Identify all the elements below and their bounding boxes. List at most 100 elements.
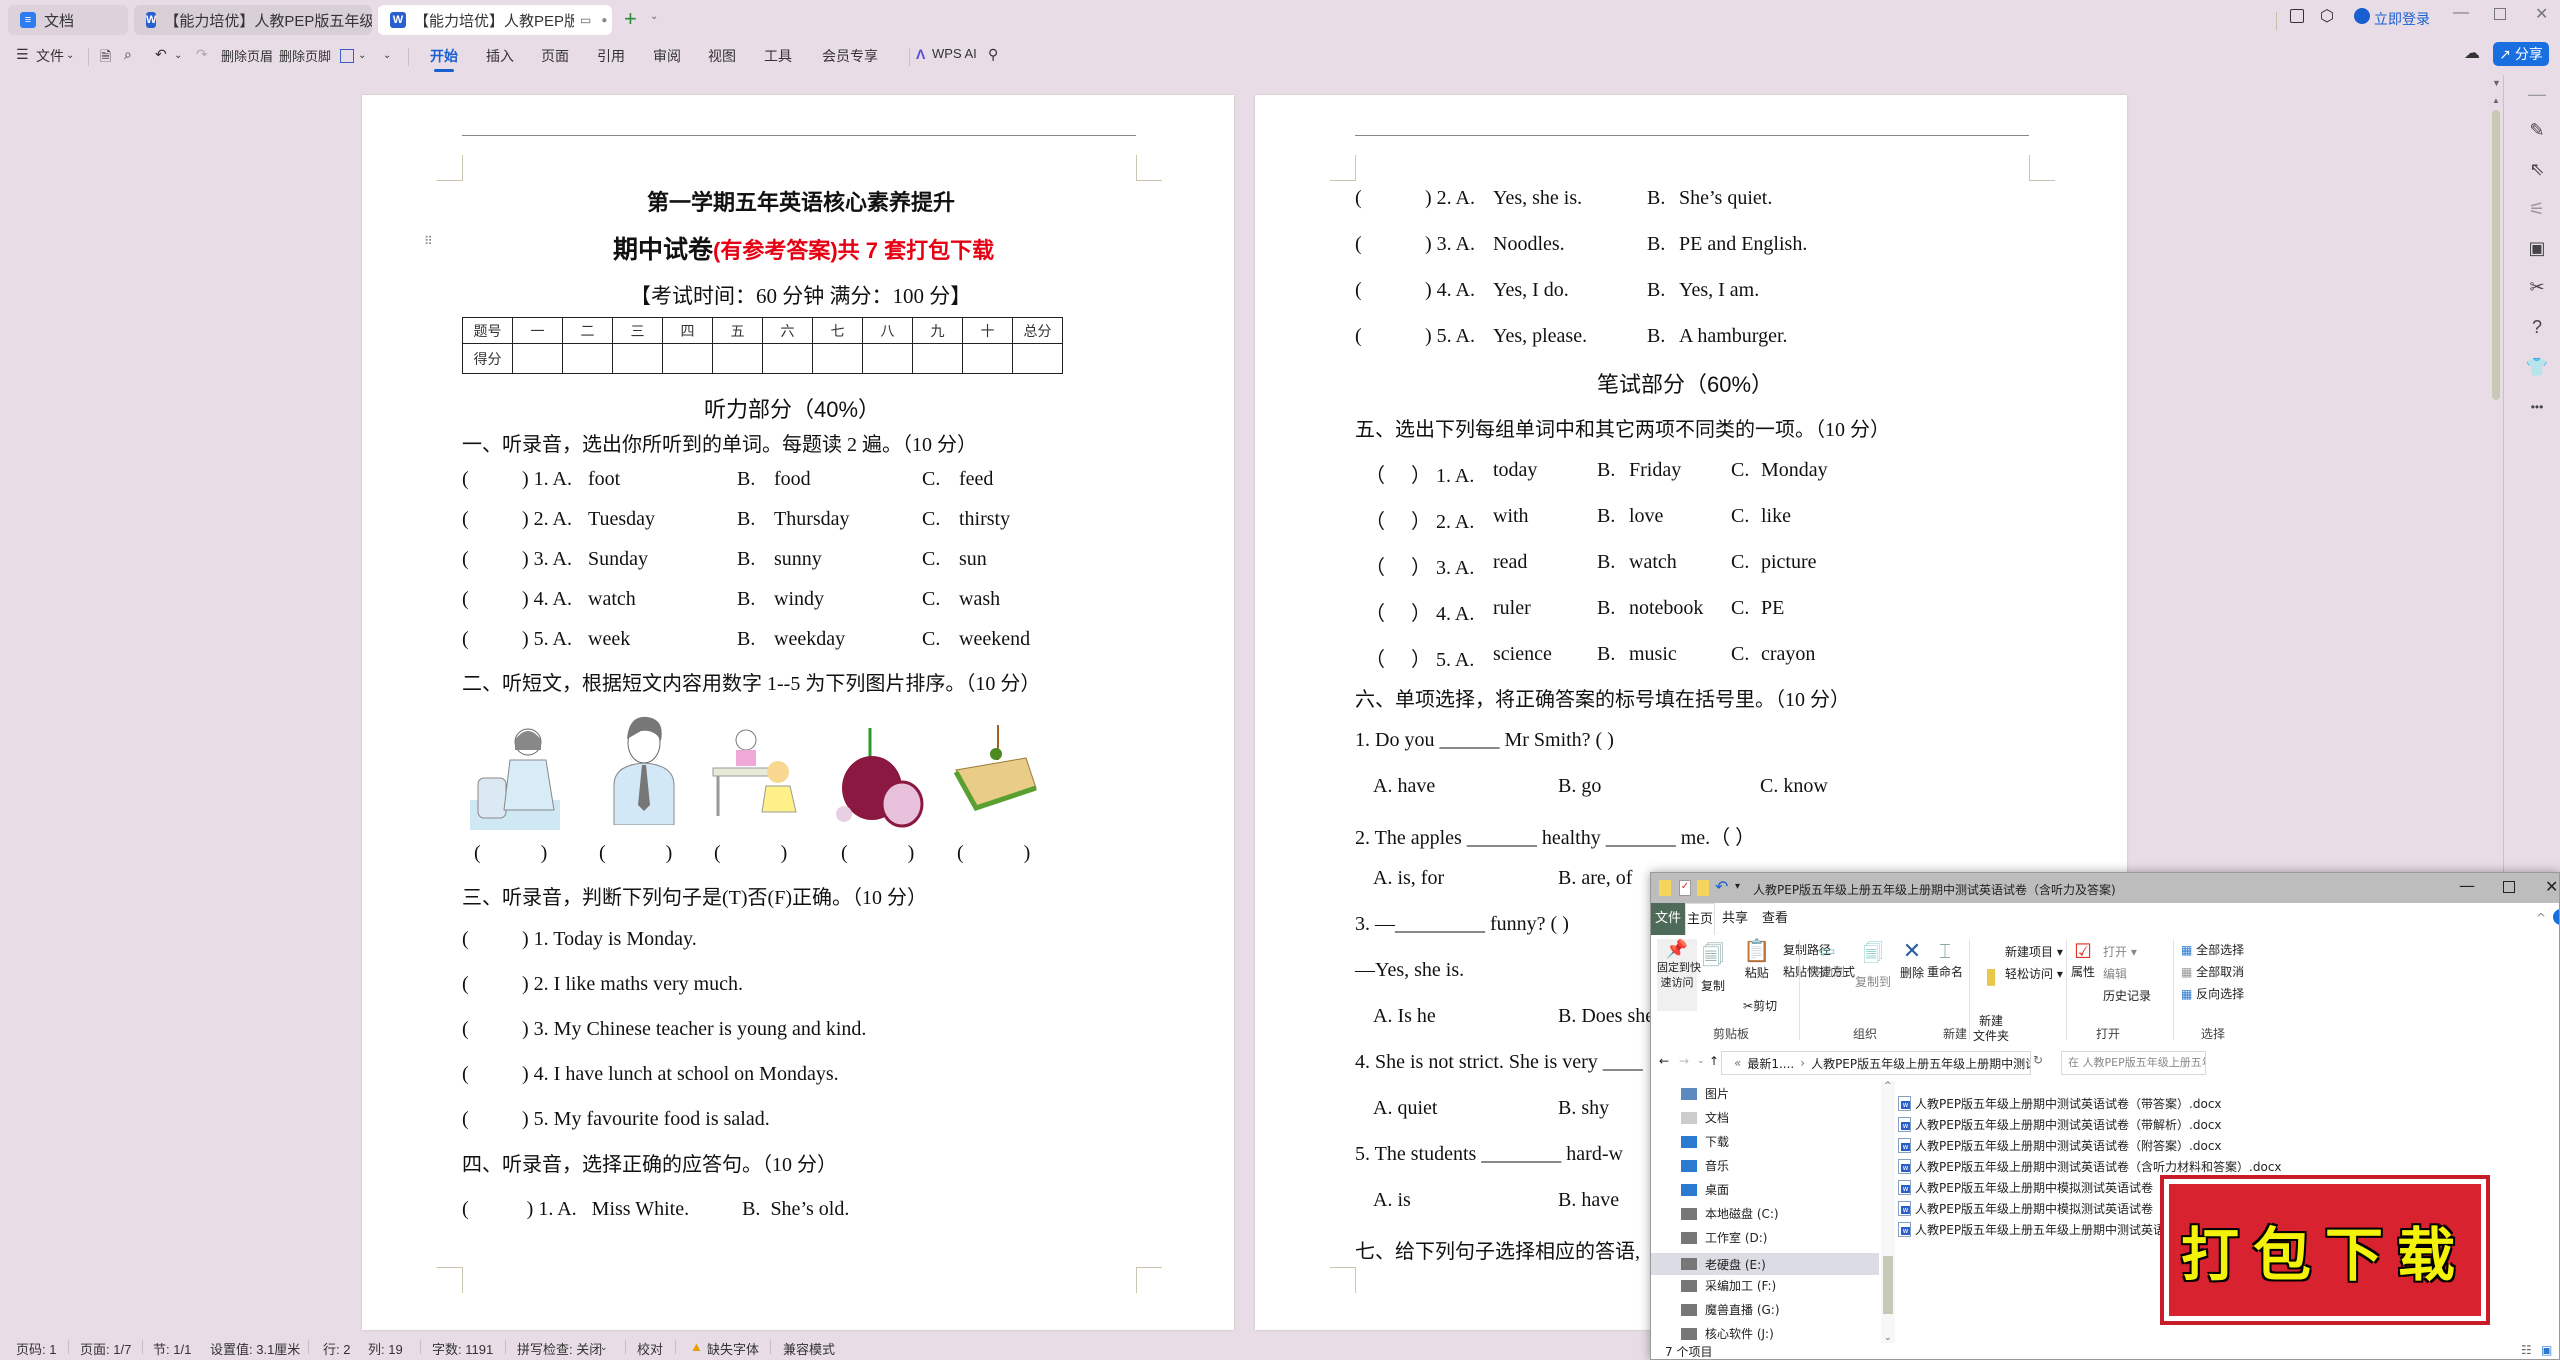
nav-item[interactable]: 本地磁盘 (C:) — [1681, 1205, 1779, 1222]
nav-item[interactable]: 魔兽直播 (G:) — [1681, 1301, 1780, 1318]
wps-ai-icon[interactable]: Λ — [916, 46, 925, 62]
invert-selection-button[interactable]: ▦ 反向选择 — [2181, 985, 2244, 1002]
history-button[interactable]: 历史记录 — [2103, 987, 2151, 1004]
window-layout-icon[interactable] — [2290, 9, 2304, 23]
score-input-cell[interactable] — [812, 343, 863, 374]
properties-button[interactable]: ☑ 属性 — [2071, 939, 2095, 980]
answer-blank[interactable]: ( — [462, 1063, 469, 1086]
score-input-cell[interactable] — [612, 343, 663, 374]
save-icon[interactable]: 🗎 — [100, 46, 111, 70]
file-menu[interactable]: 文件 — [36, 46, 64, 66]
collapse-icon[interactable]: — — [2525, 82, 2549, 106]
file-item[interactable]: 人教PEP版五年级上册期中模拟测试英语试卷 — [1898, 1200, 2153, 1217]
hamburger-icon[interactable]: ☰ — [16, 46, 29, 63]
back-arrow-icon[interactable]: ← — [1659, 1054, 1669, 1068]
breadcrumb-item[interactable]: 最新1.... — [1747, 1055, 1794, 1072]
forward-arrow-icon[interactable]: → — [1679, 1054, 1689, 1068]
search-input[interactable]: 在 人教PEP版五年级上册五年级上... — [2061, 1051, 2206, 1075]
restore-button[interactable] — [2494, 8, 2506, 20]
score-input-cell[interactable] — [562, 343, 613, 374]
picture-answer-blank[interactable]: ( ) — [957, 842, 1030, 865]
answer-blank[interactable]: ( — [462, 928, 469, 951]
pen-icon[interactable]: ✎ — [2525, 118, 2549, 142]
file-item[interactable]: 人教PEP版五年级上册期中测试英语试卷（带解析）.docx — [1898, 1116, 2222, 1133]
address-field[interactable]: « 最新1.... › 人教PEP版五年级上册五年级上册期中测试英语试卷（含听力… — [1721, 1051, 2031, 1075]
details-view-icon[interactable]: ☷ — [2521, 1343, 2532, 1357]
answer-blank[interactable]: ( — [462, 1198, 469, 1220]
missing-font-button[interactable]: 缺失字体 — [707, 1339, 759, 1358]
score-input-cell[interactable] — [512, 343, 563, 374]
new-item-button[interactable]: 新建项目 ▾ — [2005, 943, 2063, 960]
delete-button[interactable]: ✕ 删除 — [1899, 939, 1925, 981]
cube-icon[interactable]: ⬡ — [2320, 6, 2334, 26]
nav-item[interactable]: 图片 — [1681, 1085, 1729, 1102]
answer-blank[interactable]: ( — [462, 628, 469, 651]
tab-list-chevron-icon[interactable]: ⌄ — [650, 11, 658, 22]
chevron-down-icon[interactable]: ⌄ — [600, 1342, 608, 1353]
delete-header-button[interactable]: 删除页眉 — [221, 46, 273, 65]
answer-blank[interactable]: ( — [1355, 233, 1362, 256]
redo-icon[interactable]: ↷ — [196, 46, 208, 63]
select-none-button[interactable]: ▦ 全部取消 — [2181, 963, 2244, 980]
score-input-cell[interactable] — [712, 343, 763, 374]
answer-blank[interactable]: （ — [1365, 643, 1385, 672]
tab-docs[interactable]: ≡ 文档 — [8, 5, 128, 35]
answer-blank[interactable]: ( — [462, 973, 469, 996]
document-page-1[interactable]: ⠿ 第一学期五年英语核心素养提升 期中试卷(有参考答案)共 7 套打包下载 【考… — [362, 95, 1234, 1330]
score-input-cell[interactable] — [962, 343, 1013, 374]
file-item[interactable]: 人教PEP版五年级上册期中测试英语试卷（带答案）.docx — [1898, 1095, 2222, 1112]
move-to-button[interactable]: ⇦ 移动到 — [1803, 939, 1851, 980]
answer-blank[interactable]: （ — [1365, 597, 1385, 626]
nav-item[interactable]: 下载 — [1681, 1133, 1729, 1150]
recent-chevron-icon[interactable]: ⌄ — [1697, 1056, 1705, 1066]
easy-access-button[interactable]: 轻松访问 ▾ — [2005, 965, 2063, 982]
answer-blank[interactable]: （ — [1365, 459, 1385, 488]
answer-blank[interactable]: ( — [462, 588, 469, 611]
copy-button[interactable]: 🗐 复制 — [1701, 939, 1725, 994]
explorer-titlebar[interactable]: ✓ ↶ ▾ 人教PEP版五年级上册五年级上册期中测试英语试卷（含听力及答案) —… — [1651, 873, 2559, 903]
select-pointer-icon[interactable]: ⇖ — [2525, 157, 2549, 181]
page-count[interactable]: 页面: 1/7 — [80, 1339, 131, 1358]
nav-item[interactable]: 桌面 — [1681, 1181, 1729, 1198]
answer-blank[interactable]: ( — [462, 508, 469, 531]
cut-button[interactable]: ✂剪切 — [1743, 997, 1777, 1014]
edit-button[interactable]: 编辑 — [2103, 965, 2127, 982]
rename-button[interactable]: ⌶ 重命名 — [1927, 939, 1963, 980]
row-value[interactable]: 行: 2 — [323, 1339, 350, 1358]
menu-tab-home[interactable]: 开始 — [430, 46, 458, 72]
spell-check-toggle[interactable]: 拼写检查: 关闭 — [517, 1339, 602, 1358]
answer-blank[interactable]: （ — [1365, 505, 1385, 534]
pin-quick-access-button[interactable]: 📌 固定到快 速访问 — [1657, 939, 1701, 1011]
help-icon[interactable] — [2553, 909, 2559, 925]
page-code[interactable]: 页码: 1 — [16, 1339, 56, 1358]
proofread-button[interactable]: 校对 — [637, 1339, 663, 1358]
explorer-maximize-button[interactable] — [2503, 881, 2515, 893]
paste-button[interactable]: 📋 粘贴 — [1743, 939, 1770, 981]
score-input-cell[interactable] — [912, 343, 963, 374]
nav-item[interactable]: 老硬盘 (E:) — [1651, 1253, 1879, 1275]
menu-tab-view[interactable]: 视图 — [708, 46, 736, 66]
nav-item[interactable]: 采编加工 (F:) — [1681, 1277, 1776, 1294]
user-avatar-icon[interactable] — [2354, 8, 2370, 24]
menu-tab-member[interactable]: 会员专享 — [822, 46, 878, 66]
section-count[interactable]: 节: 1/1 — [153, 1339, 191, 1358]
nav-item[interactable]: 音乐 — [1681, 1157, 1729, 1174]
delete-footer-button[interactable]: 删除页脚 — [279, 46, 331, 65]
quick-access-chevron-icon[interactable]: ▾ — [1735, 881, 1740, 892]
picture-answer-blank[interactable]: ( ) — [474, 842, 547, 865]
score-input-cell[interactable] — [662, 343, 713, 374]
column-value[interactable]: 列: 19 — [368, 1339, 403, 1358]
file-item[interactable]: 人教PEP版五年级上册期中测试英语试卷（含听力材料和答案）.docx — [1898, 1158, 2282, 1175]
file-item[interactable]: 人教PEP版五年级上册五年级上册期中测试英语 — [1898, 1221, 2165, 1238]
close-button[interactable]: ✕ — [2535, 4, 2548, 24]
answer-blank[interactable]: ( — [1355, 279, 1362, 302]
picture-answer-blank[interactable]: ( ) — [599, 842, 672, 865]
menu-tab-review[interactable]: 审阅 — [653, 46, 681, 66]
answer-blank[interactable]: ( — [1355, 325, 1362, 348]
search-icon[interactable]: ⚲ — [988, 46, 998, 63]
explorer-close-button[interactable]: ✕ — [2545, 877, 2558, 896]
answer-blank[interactable]: ( — [1355, 187, 1362, 210]
share-button[interactable]: ↗ 分享 — [2493, 42, 2549, 66]
copy-to-button[interactable]: 🗐 复制到 — [1851, 939, 1895, 990]
menu-tab-references[interactable]: 引用 — [597, 46, 625, 66]
